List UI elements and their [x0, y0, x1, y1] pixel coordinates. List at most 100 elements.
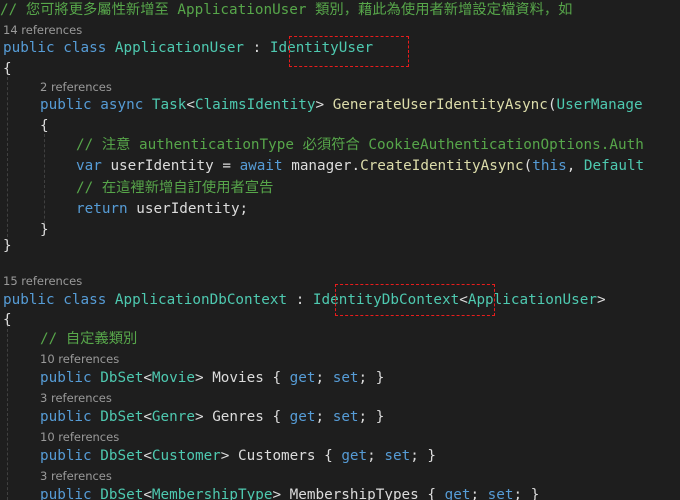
assign-operator: =: [222, 158, 231, 174]
code-line-dbset-property[interactable]: public DbSet<Genre> Genres { get; set; }: [40, 407, 384, 427]
type-name: UserManage: [556, 97, 643, 113]
variable-name: userIdentity: [110, 158, 214, 174]
code-line-class-dbcontext[interactable]: public class ApplicationDbContext : Iden…: [3, 290, 606, 310]
type-name: DbSet: [100, 370, 144, 386]
brace-open: {: [324, 448, 333, 464]
entity-type: Customer: [151, 448, 221, 464]
code-line-return[interactable]: return userIdentity;: [76, 199, 248, 219]
colon: :: [252, 40, 262, 56]
references-count[interactable]: 14 references: [3, 23, 82, 37]
code-line-comment-custom[interactable]: // 自定義類別: [40, 329, 137, 349]
comma: ,: [566, 158, 576, 174]
angle-open: <: [143, 487, 152, 500]
accessor-close: ; }: [410, 448, 437, 464]
keyword-async: async: [100, 97, 144, 113]
semicolon: ;: [470, 487, 480, 500]
angle-open: <: [186, 97, 195, 113]
comment: // 您可將更多屬性新增至 ApplicationUser 類別，藉此為使用者新…: [0, 2, 573, 18]
keyword-get: get: [444, 487, 471, 500]
brace-open: {: [40, 118, 49, 134]
type-name: ClaimsIdentity: [194, 97, 316, 113]
angle-close: >: [194, 370, 204, 386]
keyword-set: set: [487, 487, 514, 500]
highlight-box-identity-dbcontext: [335, 284, 495, 316]
references-count[interactable]: 3 references: [40, 391, 112, 405]
brace-open: {: [3, 312, 12, 328]
codelens-references[interactable]: 3 references: [40, 391, 112, 405]
angle-close: >: [220, 448, 230, 464]
semicolon: ;: [315, 409, 325, 425]
type-name: DbSet: [100, 487, 144, 500]
codelens-references[interactable]: 10 references: [40, 430, 119, 444]
angle-close: >: [272, 487, 282, 500]
code-line-brace[interactable]: }: [40, 220, 49, 240]
references-count[interactable]: 15 references: [3, 274, 82, 288]
brace-open: {: [272, 409, 282, 425]
code-line-brace[interactable]: {: [3, 59, 12, 79]
method-name: CreateIdentityAsync: [360, 158, 524, 174]
codelens-references[interactable]: 10 references: [40, 352, 119, 366]
code-line-dbset-property[interactable]: public DbSet<Customer> Customers { get ; …: [40, 446, 436, 466]
codelens-references[interactable]: 14 references: [3, 23, 82, 37]
brace-open: {: [427, 487, 436, 500]
code-line-method-signature[interactable]: public async Task<ClaimsIdentity> Genera…: [40, 95, 643, 115]
return-value: userIdentity;: [136, 201, 249, 217]
keyword-public: public: [40, 409, 92, 425]
indent-guide: [44, 134, 45, 234]
keyword-class: class: [63, 40, 107, 56]
indent-guide: [7, 324, 8, 500]
type-name: Task: [151, 97, 187, 113]
angle-close: >: [596, 292, 606, 308]
angle-open: <: [143, 448, 152, 464]
angle-close: >: [315, 97, 325, 113]
accessor-close: ; }: [358, 370, 385, 386]
entity-type: Genre: [151, 409, 195, 425]
code-editor[interactable]: // 您可將更多屬性新增至 ApplicationUser 類別，藉此為使用者新…: [0, 0, 680, 500]
type-name: Default: [583, 158, 645, 174]
code-line-comment-auth[interactable]: // 注意 authenticationType 必須符合 CookieAuth…: [76, 135, 644, 155]
entity-type: MembershipType: [151, 487, 273, 500]
comment: // 自定義類別: [40, 331, 138, 347]
code-line-dbset-property[interactable]: public DbSet<Movie> Movies { get; set; }: [40, 368, 384, 388]
keyword-public: public: [3, 292, 55, 308]
brace-open: {: [272, 370, 282, 386]
codelens-references[interactable]: 15 references: [3, 274, 82, 288]
accessor-close: ; }: [513, 487, 540, 500]
brace-close: }: [3, 238, 12, 254]
code-line-dbset-property[interactable]: public DbSet<MembershipType> MembershipT…: [40, 485, 539, 500]
keyword-var: var: [76, 158, 102, 174]
entity-type: Movie: [151, 370, 195, 386]
paren-open: (: [523, 158, 533, 174]
accessor-close: ; }: [358, 409, 385, 425]
brace-close: }: [40, 222, 49, 238]
angle-open: <: [143, 370, 152, 386]
property-name: Movies: [212, 370, 264, 386]
code-line-brace[interactable]: {: [40, 116, 49, 136]
references-count[interactable]: 3 references: [40, 469, 112, 483]
code-line-comment-top[interactable]: // 您可將更多屬性新增至 ApplicationUser 類別，藉此為使用者新…: [0, 0, 572, 20]
keyword-await: await: [239, 158, 283, 174]
keyword-return: return: [76, 201, 128, 217]
paren-open: (: [547, 97, 557, 113]
codelens-references[interactable]: 2 references: [40, 80, 112, 94]
references-count[interactable]: 10 references: [40, 430, 119, 444]
code-line-brace[interactable]: }: [3, 236, 12, 256]
code-line-comment-claims[interactable]: // 在這裡新增自訂使用者宣告: [76, 178, 273, 198]
keyword-set: set: [384, 448, 411, 464]
class-name: ApplicationDbContext: [114, 292, 288, 308]
keyword-set: set: [332, 370, 359, 386]
code-line-brace[interactable]: {: [3, 310, 12, 330]
references-count[interactable]: 10 references: [40, 352, 119, 366]
codelens-references[interactable]: 3 references: [40, 469, 112, 483]
keyword-public: public: [40, 448, 92, 464]
method-name: GenerateUserIdentityAsync: [332, 97, 548, 113]
code-line-create-identity[interactable]: var userIdentity = await manager.CreateI…: [76, 156, 644, 176]
references-count[interactable]: 2 references: [40, 80, 112, 94]
keyword-get: get: [341, 448, 368, 464]
comment: // 注意 authenticationType 必須符合 CookieAuth…: [76, 137, 644, 153]
type-name: DbSet: [100, 448, 144, 464]
keyword-public: public: [40, 97, 92, 113]
colon: :: [295, 292, 305, 308]
object-member: manager.: [291, 158, 361, 174]
angle-open: <: [143, 409, 152, 425]
